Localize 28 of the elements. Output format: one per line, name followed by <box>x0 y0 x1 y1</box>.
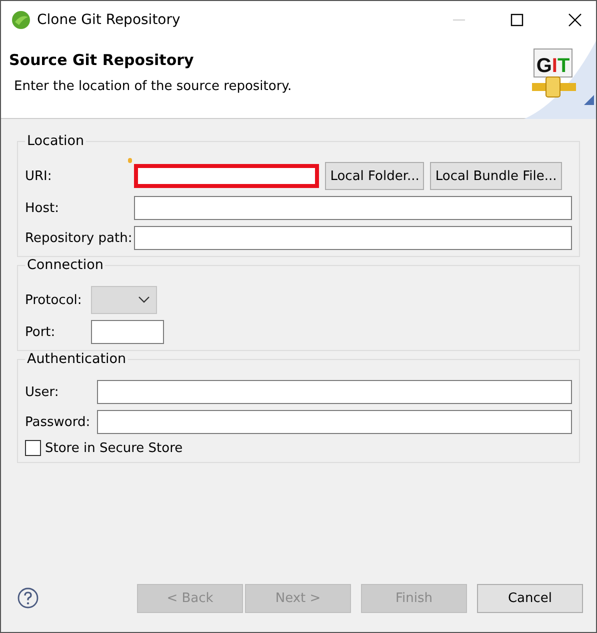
chevron-down-icon <box>138 296 150 304</box>
maximize-icon[interactable] <box>510 13 524 27</box>
field-label: Protocol: <box>25 292 83 308</box>
input-field[interactable] <box>97 410 572 434</box>
wizard-button[interactable]: Cancel <box>477 584 583 612</box>
app-icon <box>11 10 31 30</box>
browse-button[interactable]: Local Bundle File... <box>430 162 562 190</box>
field-label: User: <box>25 384 60 400</box>
field-label: Repository path: <box>25 230 132 246</box>
field-label: Host: <box>25 200 60 216</box>
input-field[interactable] <box>91 320 164 344</box>
field-label: Password: <box>25 414 92 430</box>
field-label: URI: <box>25 168 53 184</box>
git-logo-text: GIT <box>536 52 570 76</box>
checkbox-label[interactable]: Store in Secure Store <box>45 440 183 456</box>
help-icon[interactable] <box>17 587 39 609</box>
input-field[interactable] <box>97 380 572 404</box>
field-label: Port: <box>25 324 56 340</box>
input-field[interactable] <box>134 196 572 220</box>
close-icon[interactable] <box>568 13 582 27</box>
page-description: Enter the location of the source repository. <box>14 79 293 94</box>
page-title: Source Git Repository <box>9 51 195 69</box>
window-title: Clone Git Repository <box>37 12 182 28</box>
input-field[interactable] <box>134 226 572 250</box>
input-field[interactable] <box>134 164 320 188</box>
checkbox[interactable] <box>25 440 41 456</box>
browse-button[interactable]: Local Folder... <box>325 162 424 190</box>
lightbulb-icon <box>128 158 132 163</box>
